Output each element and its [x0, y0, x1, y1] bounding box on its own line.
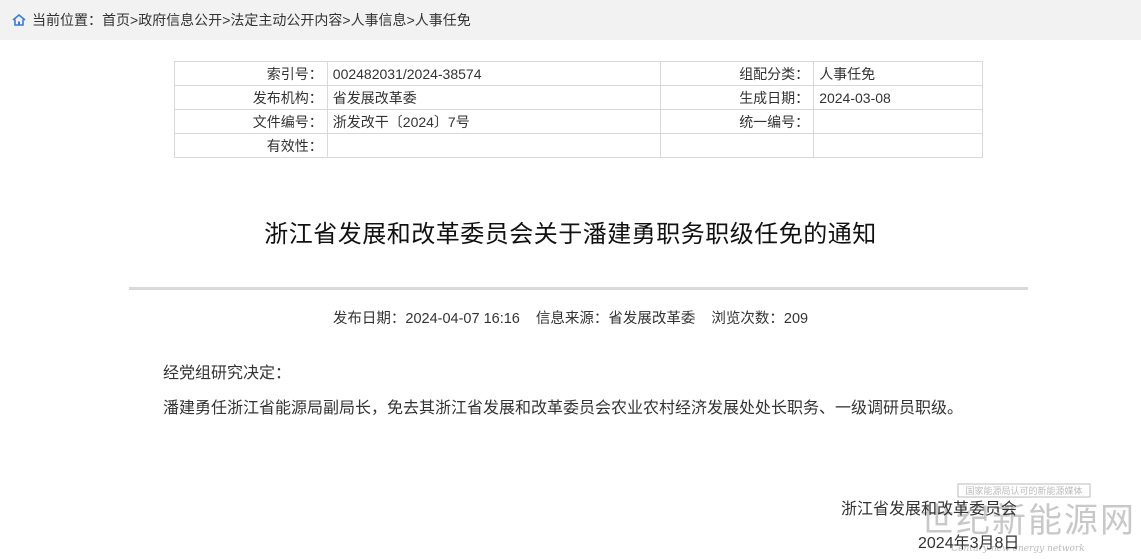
signature-date: 2024年3月8日 — [918, 535, 1020, 552]
created-date-label: 生成日期： — [660, 85, 815, 110]
publisher-label: 发布机构： — [174, 85, 328, 110]
meta-row: 有效性： — [174, 133, 983, 158]
empty-cell — [660, 133, 815, 158]
page-title: 浙江省发展和改革委员会关于潘建勇职务职级任免的通知 — [264, 221, 877, 248]
unified-number-label: 统一编号： — [660, 109, 815, 134]
breadcrumb-prefix: 当前位置： — [32, 12, 102, 28]
breadcrumb-item-gov-info[interactable]: 政府信息公开 — [138, 10, 222, 30]
title-divider — [129, 287, 1028, 290]
index-number-value: 002482031/2024-38574 — [326, 61, 662, 86]
breadcrumb-item-home[interactable]: 首页 — [102, 10, 130, 30]
view-count: 浏览次数：209 — [711, 311, 809, 327]
category-label: 组配分类： — [660, 61, 815, 86]
breadcrumb-separator: > — [342, 12, 351, 28]
breadcrumb: 当前位置： 首页 > 政府信息公开 > 法定主动公开内容 > 人事信息 > 人事… — [0, 0, 1141, 40]
breadcrumb-item-appointments[interactable]: 人事任免 — [415, 10, 471, 30]
validity-label: 有效性： — [174, 133, 328, 158]
breadcrumb-separator: > — [222, 12, 231, 28]
breadcrumb-item-statutory[interactable]: 法定主动公开内容 — [230, 10, 342, 30]
info-source: 信息来源：省发展改革委 — [535, 311, 696, 327]
file-number-label: 文件编号： — [174, 109, 328, 134]
body-paragraph: 经党组研究决定： — [163, 365, 292, 382]
unified-number-value — [813, 109, 983, 134]
file-number-value: 浙发改干〔2024〕7号 — [326, 109, 662, 134]
empty-cell — [813, 133, 983, 158]
index-number-label: 索引号： — [174, 61, 328, 86]
meta-row: 索引号： 002482031/2024-38574 组配分类： 人事任免 — [174, 61, 983, 86]
breadcrumb-separator: > — [130, 12, 139, 28]
breadcrumb-item-personnel-info[interactable]: 人事信息 — [351, 10, 407, 30]
article-info: 发布日期：2024-04-07 16:16 信息来源：省发展改革委 浏览次数：209 — [0, 307, 1141, 328]
validity-value — [326, 133, 662, 158]
meta-row: 文件编号： 浙发改干〔2024〕7号 统一编号： — [174, 109, 983, 134]
body-paragraph: 潘建勇任浙江省能源局副局长，免去其浙江省发展和改革委员会农业农村经济发展处处长职… — [163, 400, 964, 417]
publisher-value: 省发展改革委 — [326, 85, 662, 110]
created-date-value: 2024-03-08 — [813, 85, 983, 110]
home-icon — [12, 13, 26, 26]
category-value: 人事任免 — [813, 61, 983, 86]
signature-org: 浙江省发展和改革委员会 — [841, 501, 1018, 518]
publish-date: 发布日期：2024-04-07 16:16 — [332, 311, 520, 327]
meta-row: 发布机构： 省发展改革委 生成日期： 2024-03-08 — [174, 85, 983, 110]
document-meta-table: 索引号： 002482031/2024-38574 组配分类： 人事任免 发布机… — [174, 61, 983, 158]
breadcrumb-separator: > — [406, 12, 415, 28]
